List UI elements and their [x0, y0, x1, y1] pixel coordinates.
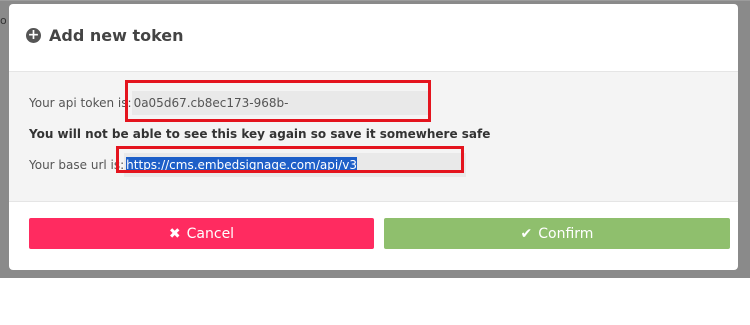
url-highlight-box — [116, 146, 464, 173]
dialog-title: + Add new token — [26, 26, 184, 45]
warning-text: You will not be able to see this key aga… — [29, 127, 491, 141]
cancel-button[interactable]: ✖ Cancel — [29, 218, 374, 249]
backdrop-divider — [0, 0, 750, 1]
token-highlight-box — [125, 80, 431, 122]
dialog-footer: ✖ Cancel ✔ Confirm — [9, 201, 738, 270]
url-label: Your base url is: — [29, 158, 125, 172]
dialog-header: + Add new token — [9, 4, 738, 72]
confirm-button[interactable]: ✔ Confirm — [384, 218, 730, 249]
add-token-dialog: + Add new token Your api token is: 0a05d… — [9, 4, 738, 270]
close-icon: ✖ — [168, 225, 181, 242]
token-label: Your api token is: — [29, 96, 132, 110]
confirm-label: Confirm — [538, 225, 594, 242]
background-text: o — [0, 14, 7, 27]
plus-circle-icon: + — [26, 27, 41, 43]
check-icon: ✔ — [520, 225, 533, 242]
cancel-label: Cancel — [186, 225, 235, 242]
dialog-title-text: Add new token — [49, 26, 184, 45]
